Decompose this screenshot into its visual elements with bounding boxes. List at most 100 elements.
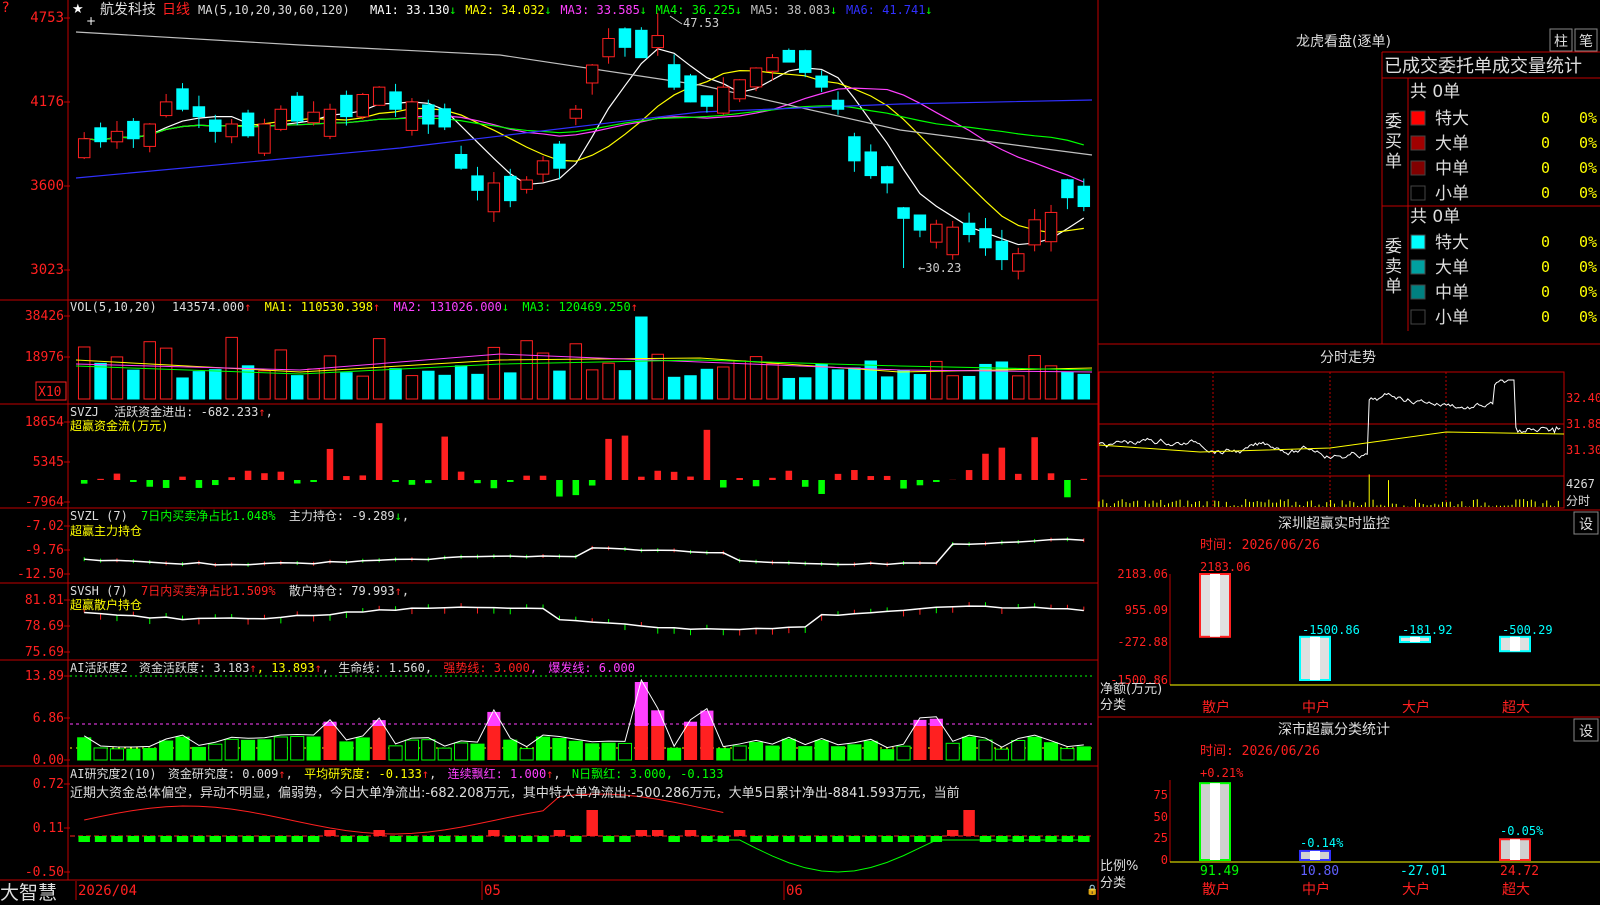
candle-body [128,121,139,138]
lhb-buy-count: 0 [1541,159,1550,177]
lhb-buy-pct: 0% [1579,184,1597,202]
candle-body [226,124,237,137]
intraday-tick: 32.40 [1566,391,1600,405]
research-bar [193,836,204,842]
research-bar [996,836,1007,842]
volume-bar [111,357,122,399]
panel-tick: 0.11 [33,821,64,836]
fund-bar [736,478,743,480]
classify-title: 深市超赢分类统计 [1278,721,1390,738]
fund-bar [245,471,252,480]
moving-average-lines [76,32,1092,245]
lhb-buy-name: 特大 [1435,109,1469,129]
lhb-buy-swatch [1411,111,1425,125]
research-bar [160,836,171,842]
svzj-sub: 超赢资金流(万元) [70,418,168,433]
fund-bar [622,436,629,480]
activity-bar [258,740,271,760]
classify-cat: 散户 [1202,881,1230,898]
candlesticks [78,13,1089,279]
ai2-avg: 平均研究度: -0.133 [304,766,422,781]
volume-bar [849,368,860,399]
panel-tick: -7.02 [25,519,64,534]
lhb-buy-name: 大单 [1435,134,1469,154]
ai1-v2: 13.893 [271,661,314,675]
volume-bar [914,375,925,399]
research-bar [472,836,483,842]
activity-bar [274,737,287,760]
candle-body [980,229,991,248]
volume-bar [341,373,352,399]
activity-bar [995,749,1008,760]
monitor-tick: -272.88 [1117,635,1168,649]
activity-bar [946,743,959,760]
candle-body [701,96,712,107]
price-tick: 3600 [30,178,64,194]
research-bar [390,836,401,842]
lhb-tab[interactable]: 已成交委托单成交量统计 [1384,56,1582,77]
activity-bar [438,748,451,760]
lock-icon[interactable]: 🔒 [1086,884,1098,896]
activity-bar [668,748,681,760]
star-icon[interactable]: ★ [72,2,84,17]
activity-bar [323,726,336,760]
research-bar [488,830,499,836]
classify-value: 10.80 [1300,864,1339,879]
fund-bar [1081,479,1088,480]
research-line-green [707,840,1084,872]
research-bar [177,836,188,842]
volume-bar [767,364,778,399]
stage: ? ★ + 航发科技 日线 MA(5,10,20,30,60,120) MA1:… [0,0,1600,900]
fund-bar [556,480,563,497]
intraday-avg [1099,432,1564,452]
research-bar [668,836,679,842]
question-icon[interactable]: ? [2,0,9,16]
volume-bar [242,366,253,399]
ma-line [84,49,1084,245]
ma-legend-item: MA1: 33.130 [370,3,449,17]
ai1-act: 资金活跃度: 3.183 [139,660,250,675]
candle-body [160,102,171,116]
activity-bar [684,726,697,760]
fund-bar [228,477,235,480]
price-panel[interactable] [76,13,1092,279]
svsh-pct: 7日内买卖净占比1.509% [141,583,276,598]
intraday-vol-label: 分时 [1566,494,1590,508]
lhb-sell-pct: 0% [1579,258,1597,276]
intraday-title: 分时走势 [1320,350,1376,366]
volume-bar [619,371,630,399]
period-label[interactable]: 日线 [162,2,190,18]
fund-bar [671,472,678,480]
activity-bar [110,749,123,760]
fund-bar [310,480,317,482]
svzl-header: SVZL (7) 7日内买卖净占比1.048% 主力持仓: -9.289↓, [70,508,409,523]
svzj-panel [81,423,1087,497]
volume-bar [193,372,204,399]
activity-bar [225,739,238,760]
intraday-chart[interactable]: 32.4031.8831.304267分时 [1099,372,1600,508]
classify-value: 91.49 [1200,864,1239,879]
research-bar [898,836,909,842]
monitor-tick: 2183.06 [1117,567,1168,581]
lhb-sell-swatch [1411,235,1425,249]
candle-body [1013,254,1024,271]
research-bar [865,836,876,842]
fund-bar [704,430,711,480]
vol-ma2: MA2: 131026.000 [394,300,502,314]
volume-bar [963,376,974,399]
candle-body [750,68,761,87]
fund-bar [409,480,416,485]
activity-bar [782,739,795,760]
research-bar [636,830,647,836]
ma-header: MA(5,10,20,30,60,120) [198,3,350,17]
candle-body [455,154,466,168]
fund-bar [425,480,432,483]
candle-body [586,65,597,83]
candle-body [603,39,614,57]
panel-tick: 0.72 [33,777,64,792]
activity-bar [422,740,435,760]
fund-bar [359,475,366,480]
volume-bar [1013,376,1024,399]
volume-bar [373,339,384,399]
lhb-buy-pct: 0% [1579,159,1597,177]
